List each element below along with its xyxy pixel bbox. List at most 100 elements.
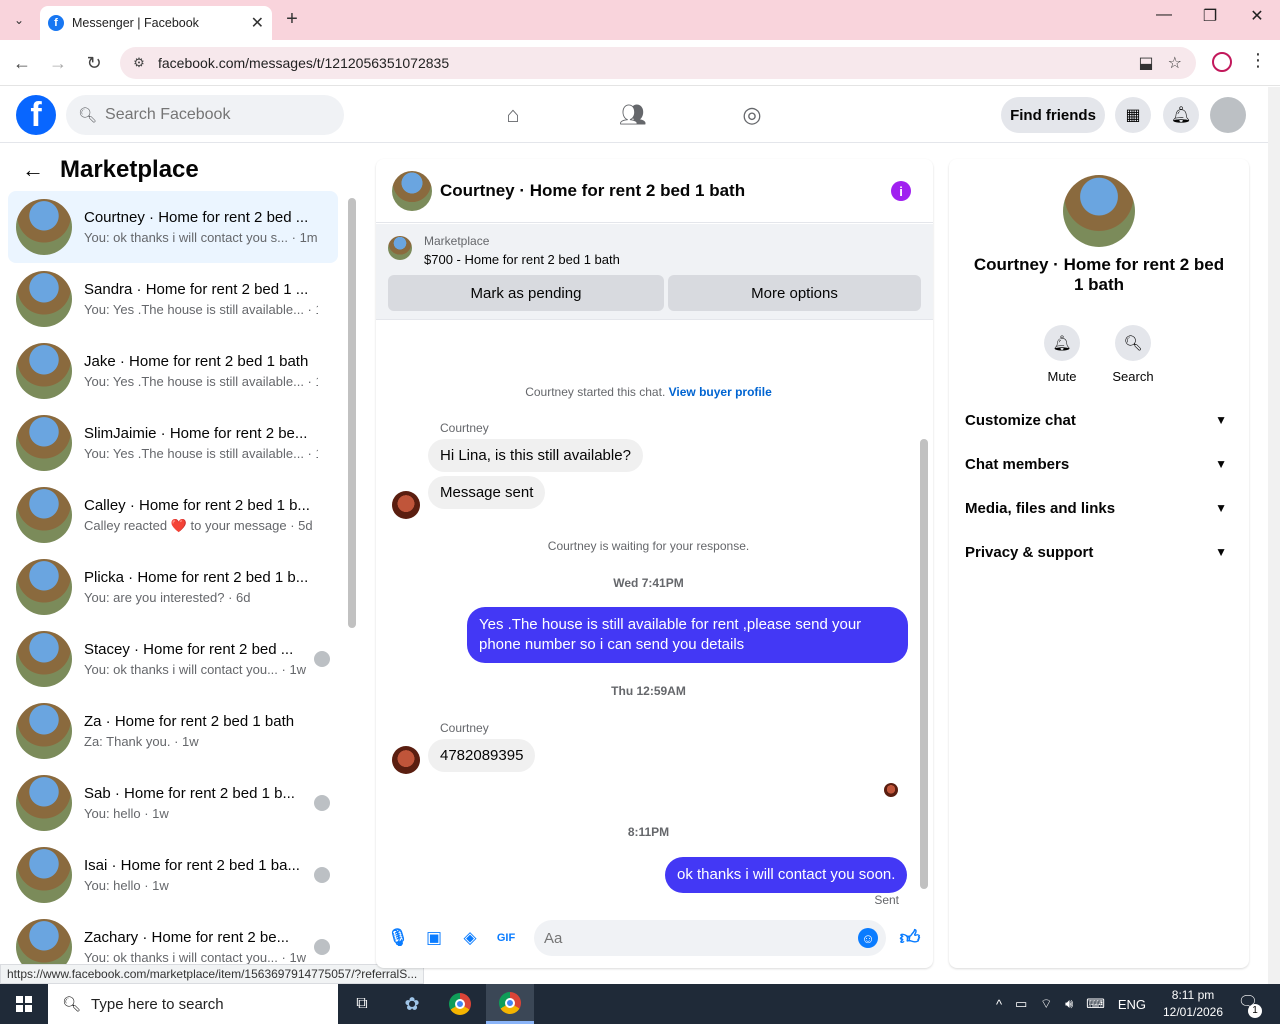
courtney-avatar[interactable]: [392, 491, 420, 519]
message-composer: 🎙︎ ▣ ◈ GIF ☺ 👍︎: [376, 916, 933, 960]
conversation-item[interactable]: Stacey · Home for rent 2 bed ... You: ok …: [8, 623, 338, 695]
task-view-icon[interactable]: ⧉: [338, 984, 386, 1024]
clock-date: 12/01/2026: [1162, 1005, 1224, 1019]
browser-menu-icon[interactable]: ⋮: [1248, 50, 1268, 71]
close-tab-icon[interactable]: ✕: [251, 13, 264, 33]
facebook-search[interactable]: 🔍︎: [66, 95, 344, 135]
chrome-active-icon[interactable]: [486, 984, 534, 1024]
notification-center-icon[interactable]: 🗨︎ 1: [1236, 992, 1262, 1018]
view-buyer-profile-link[interactable]: View buyer profile: [669, 385, 772, 399]
clock[interactable]: 8:11 pm 12/01/2026: [1158, 987, 1228, 1021]
search-icon[interactable]: 🔍︎: [1115, 325, 1151, 361]
url-text[interactable]: facebook.com/messages/t/1212056351072835: [158, 55, 1139, 71]
more-options-button[interactable]: More options: [668, 275, 921, 311]
close-window-icon[interactable]: ✕: [1234, 6, 1280, 26]
chat-started-notice: Courtney started this chat. View buyer p…: [376, 385, 921, 399]
conversation-item[interactable]: Sab · Home for rent 2 bed 1 b... You: hel…: [8, 767, 338, 839]
conversation-item[interactable]: Sandra · Home for rent 2 bed 1 ... You: Y…: [8, 263, 338, 335]
new-tab-button[interactable]: +: [282, 8, 302, 31]
message-input-wrapper[interactable]: ☺: [534, 920, 886, 956]
address-bar[interactable]: ⚙ facebook.com/messages/t/12120563510728…: [120, 47, 1196, 79]
chrome-icon[interactable]: [436, 984, 484, 1024]
media-files-links-section[interactable]: Media, files and links ▼: [965, 494, 1233, 522]
page-scrollbar[interactable]: [1268, 87, 1280, 984]
volume-icon[interactable]: 🔊︎: [1065, 996, 1073, 1012]
mute-button[interactable]: 🔔︎ Mute: [1032, 325, 1092, 384]
bell-icon[interactable]: 🔔︎: [1044, 325, 1080, 361]
like-thumb-icon[interactable]: 👍︎: [898, 926, 922, 950]
meet-icon[interactable]: ▭: [1015, 996, 1027, 1012]
facebook-header: f 🔍︎ ⌂ 👥︎ ◎ Find friends ▦ 🔔︎: [0, 87, 1268, 143]
bookmark-star-icon[interactable]: ☆: [1168, 53, 1182, 73]
notifications-bell-icon[interactable]: 🔔︎: [1163, 97, 1199, 133]
conversation-item[interactable]: Jake · Home for rent 2 bed 1 bath You: Ye…: [8, 335, 338, 407]
install-app-icon[interactable]: ⬓: [1139, 53, 1154, 73]
message-thread: Courtney started this chat. View buyer p…: [376, 321, 921, 907]
system-tray: ^ ▭ ⌔ 🔊︎ ⌨ ENG: [996, 984, 1146, 1024]
listing-thumbnail[interactable]: [388, 236, 412, 260]
gif-icon[interactable]: GIF: [494, 926, 518, 950]
sidebar-scrollbar[interactable]: [348, 198, 356, 628]
customize-chat-section[interactable]: Customize chat ▼: [965, 406, 1233, 434]
taskbar-search-text[interactable]: Type here to search: [91, 996, 224, 1013]
back-icon[interactable]: ←: [9, 50, 35, 76]
incoming-message[interactable]: Hi Lina, is this still available?: [428, 439, 643, 472]
keyboard-icon[interactable]: ⌨: [1086, 996, 1105, 1012]
photo-icon[interactable]: ▣: [422, 926, 446, 950]
conversation-item[interactable]: SlimJaimie · Home for rent 2 be... You: Y…: [8, 407, 338, 479]
chat-listing-thumbnail[interactable]: [392, 170, 432, 211]
sender-name: Courtney: [440, 421, 489, 435]
taskbar-search[interactable]: 🔍︎ Type here to search: [48, 984, 338, 1024]
chat-title[interactable]: Courtney · Home for rent 2 bed 1 bath: [440, 181, 745, 201]
account-avatar[interactable]: [1210, 97, 1246, 133]
reload-icon[interactable]: ↻: [81, 50, 107, 76]
conversation-list: Courtney · Home for rent 2 bed ... You: o…: [8, 191, 338, 983]
conversation-item[interactable]: Plicka · Home for rent 2 bed 1 b... You: …: [8, 551, 338, 623]
language-indicator[interactable]: ENG: [1118, 997, 1146, 1012]
back-arrow-icon[interactable]: ←: [22, 157, 44, 183]
outgoing-message[interactable]: Yes .The house is still available for re…: [467, 607, 908, 663]
site-info-icon[interactable]: ⚙: [124, 55, 154, 71]
info-icon[interactable]: i: [891, 181, 911, 201]
find-friends-button[interactable]: Find friends: [1001, 97, 1105, 133]
listing-title[interactable]: $700 - Home for rent 2 bed 1 bath: [424, 252, 620, 267]
facebook-logo[interactable]: f: [16, 95, 56, 135]
conversation-item[interactable]: Calley · Home for rent 2 bed 1 b... Calle…: [8, 479, 338, 551]
wifi-icon[interactable]: ⌔: [1040, 996, 1052, 1012]
browser-tab[interactable]: f Messenger | Facebook ✕: [40, 6, 272, 40]
tab-search-button[interactable]: ⌄: [6, 8, 32, 32]
mark-as-pending-button[interactable]: Mark as pending: [388, 275, 664, 311]
incoming-message[interactable]: 4782089395: [428, 739, 536, 772]
incoming-message[interactable]: Message sent: [428, 476, 546, 509]
restore-icon[interactable]: ❐: [1187, 6, 1233, 26]
forward-icon[interactable]: →: [45, 50, 71, 76]
groups-icon[interactable]: ◎: [736, 99, 768, 131]
facebook-search-input[interactable]: [105, 106, 326, 124]
courtney-avatar[interactable]: [392, 746, 420, 774]
conversation-text: Zachary · Home for rent 2 be... You: ok t…: [84, 929, 318, 965]
start-button[interactable]: [0, 984, 48, 1024]
profile-icon[interactable]: [1212, 52, 1232, 72]
microphone-icon[interactable]: 🎙︎: [386, 926, 410, 950]
outgoing-message[interactable]: ok thanks i will contact you soon.: [665, 857, 908, 893]
conversation-item[interactable]: Isai · Home for rent 2 bed 1 ba... You: h…: [8, 839, 338, 911]
app-icon[interactable]: ✿: [388, 984, 436, 1024]
menu-grid-icon[interactable]: ▦: [1115, 97, 1151, 133]
emoji-icon[interactable]: ☺: [858, 928, 878, 948]
chat-scrollbar[interactable]: [920, 439, 928, 889]
conversation-item[interactable]: Za · Home for rent 2 bed 1 bath Za: Thank…: [8, 695, 338, 767]
search-in-chat-button[interactable]: 🔍︎ Search: [1103, 325, 1163, 384]
tray-chevron-up-icon[interactable]: ^: [996, 997, 1002, 1012]
minimize-icon[interactable]: —: [1141, 6, 1187, 24]
conversation-item[interactable]: Courtney · Home for rent 2 bed ... You: o…: [8, 191, 338, 263]
conversation-text: Isai · Home for rent 2 bed 1 ba... You: h…: [84, 857, 318, 893]
privacy-support-section[interactable]: Privacy & support ▼: [965, 538, 1233, 566]
sticker-icon[interactable]: ◈: [458, 926, 482, 950]
seen-avatar: [314, 939, 330, 955]
home-icon[interactable]: ⌂: [497, 99, 529, 131]
timestamp: 8:11PM: [627, 825, 670, 839]
chat-members-section[interactable]: Chat members ▼: [965, 450, 1233, 478]
friends-icon[interactable]: 👥︎: [617, 99, 649, 131]
details-listing-thumbnail[interactable]: [1063, 175, 1135, 247]
message-input[interactable]: [544, 929, 844, 947]
